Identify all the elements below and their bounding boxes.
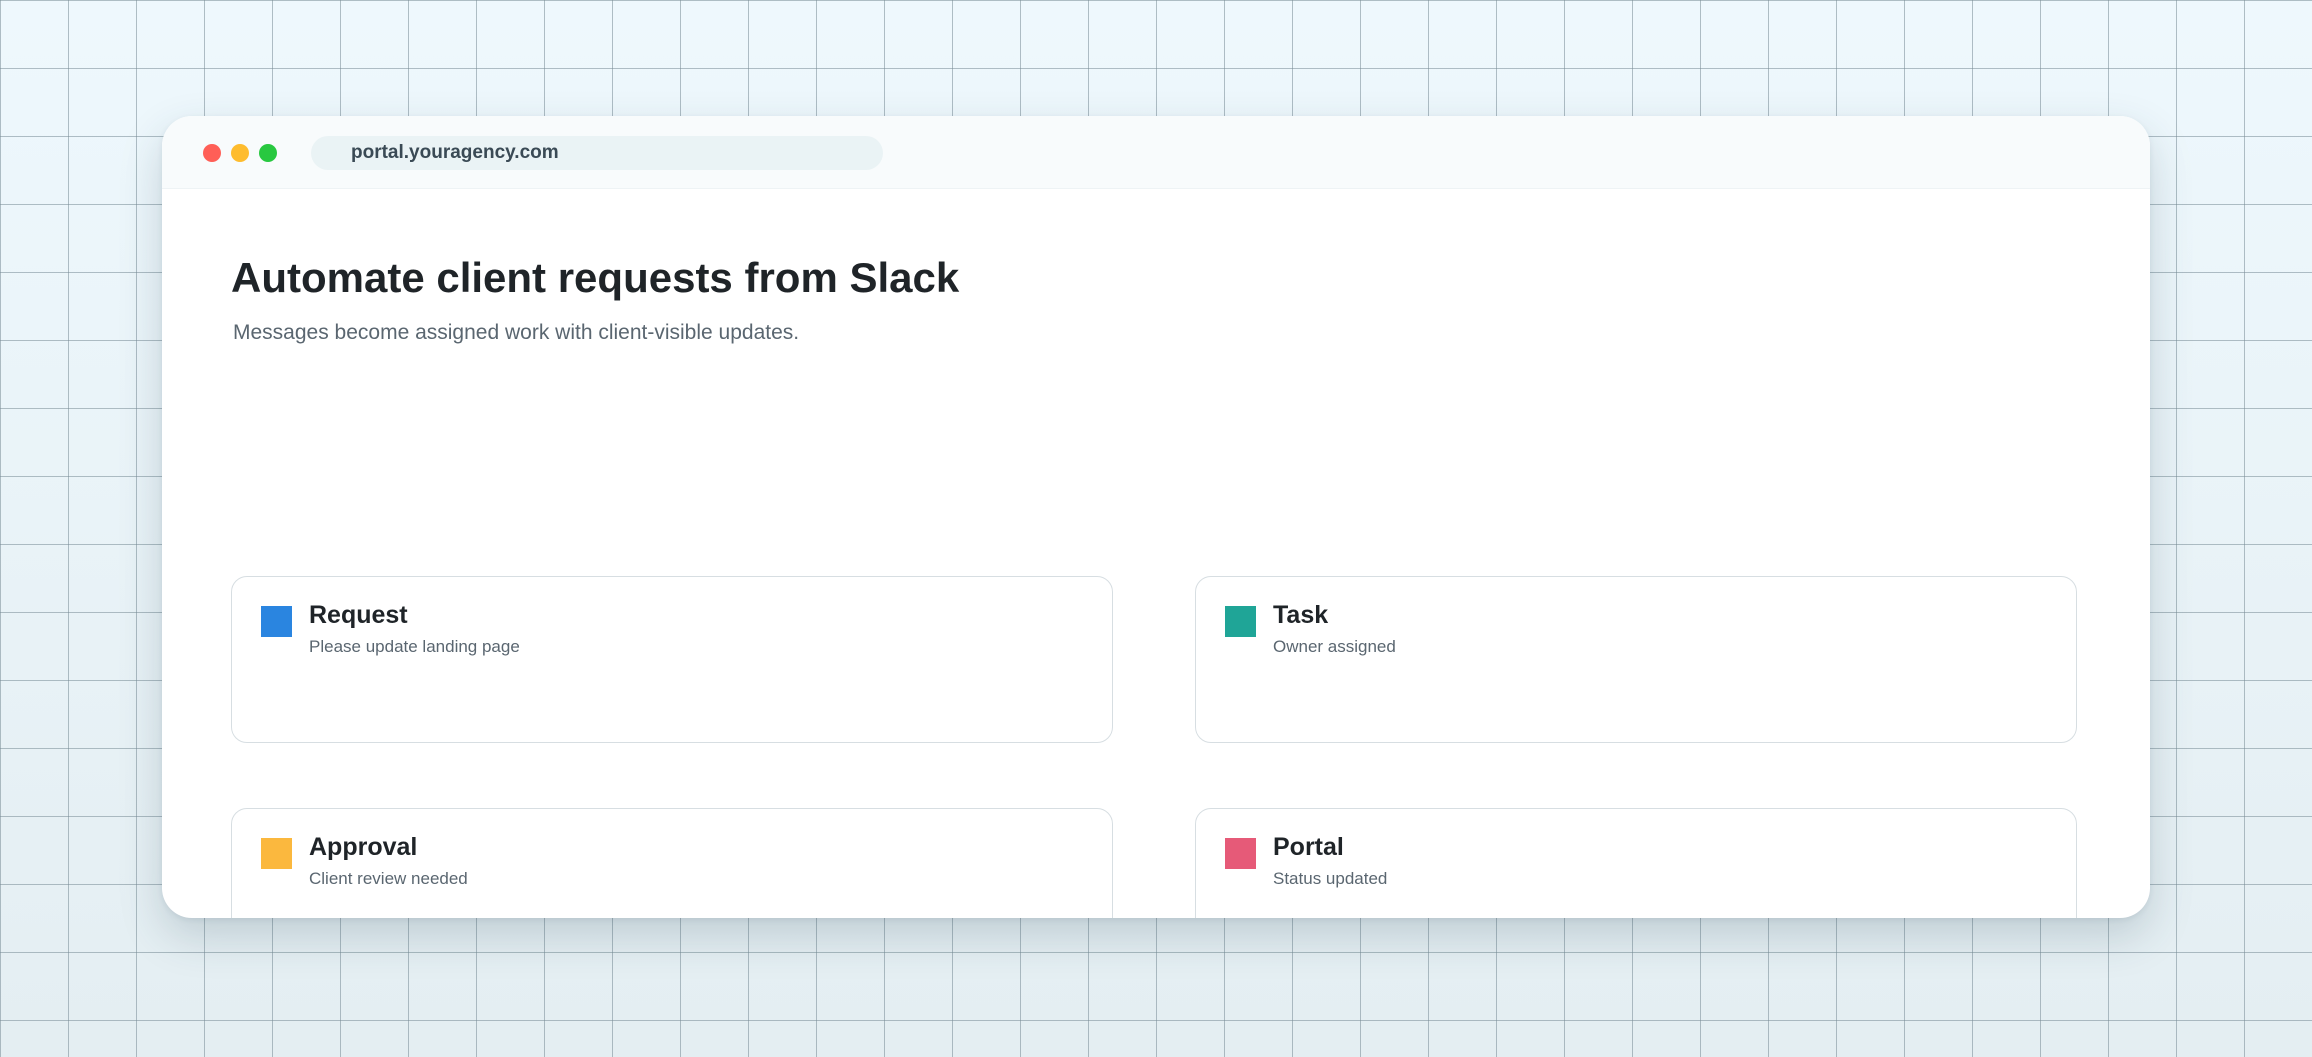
close-window-button[interactable] [203, 144, 221, 162]
request-color-square-icon [261, 606, 292, 637]
card-title: Request [309, 601, 408, 629]
page-subtitle: Messages become assigned work with clien… [233, 321, 800, 344]
card-title: Approval [309, 833, 418, 861]
browser-window: portal.youragency.com Automate client re… [162, 116, 2150, 918]
card-task: Task Owner assigned [1195, 576, 2077, 743]
card-description: Status updated [1273, 869, 1388, 888]
page-title: Automate client requests from Slack [231, 254, 960, 301]
card-description: Please update landing page [309, 637, 520, 656]
browser-titlebar: portal.youragency.com [162, 116, 2150, 189]
task-color-square-icon [1225, 606, 1256, 637]
address-bar-url: portal.youragency.com [351, 142, 559, 163]
approval-color-square-icon [261, 838, 292, 869]
card-title: Task [1273, 601, 1329, 629]
card-description: Client review needed [309, 869, 468, 888]
card-portal: Portal Status updated [1195, 808, 2077, 918]
card-request: Request Please update landing page [231, 576, 1113, 743]
minimize-window-button[interactable] [231, 144, 249, 162]
page-content: Automate client requests from Slack Mess… [162, 188, 2150, 918]
address-bar[interactable]: portal.youragency.com [311, 136, 883, 170]
maximize-window-button[interactable] [259, 144, 277, 162]
card-description: Owner assigned [1273, 637, 1396, 656]
portal-color-square-icon [1225, 838, 1256, 869]
card-title: Portal [1273, 833, 1344, 861]
card-approval: Approval Client review needed [231, 808, 1113, 918]
